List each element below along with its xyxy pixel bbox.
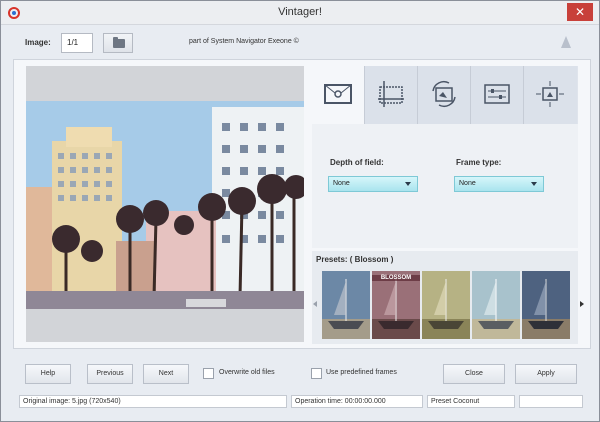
- previous-button[interactable]: Previous: [87, 364, 133, 384]
- main-panel: Depth of field: None Frame type: None Pr…: [13, 59, 591, 349]
- window-title: Vintager!: [278, 6, 322, 18]
- apply-button[interactable]: Apply: [515, 364, 577, 384]
- overwrite-label: Overwrite old files: [219, 369, 275, 376]
- tab-rotate[interactable]: [418, 66, 471, 124]
- preset-thumb[interactable]: [522, 271, 570, 339]
- presets-panel: Presets: ( Blossom ) BLOSSOM: [312, 251, 584, 344]
- chevron-right-icon[interactable]: [580, 301, 584, 307]
- help-button[interactable]: Help: [25, 364, 71, 384]
- preset-thumb[interactable]: [322, 271, 370, 339]
- frame-icon: [324, 84, 352, 104]
- depth-of-field-label: Depth of field:: [330, 158, 384, 167]
- status-preset: Preset Coconut: [427, 395, 515, 408]
- image-label: Image:: [25, 38, 51, 47]
- crop-icon: [378, 81, 404, 107]
- next-button[interactable]: Next: [143, 364, 189, 384]
- status-original-image: Original image: 5.jpg (720x540): [19, 395, 287, 408]
- frame-type-label: Frame type:: [456, 158, 502, 167]
- chevron-left-icon[interactable]: [313, 301, 317, 307]
- predefined-frames-label: Use predefined frames: [326, 369, 397, 376]
- tab-frame[interactable]: [312, 66, 365, 124]
- browse-button[interactable]: [103, 33, 133, 53]
- presets-label: Presets: ( Blossom ): [316, 255, 394, 264]
- image-preview: [26, 66, 304, 342]
- tab-crop[interactable]: [365, 66, 418, 124]
- vintager-window: Vintager! ✕ Image: 1/1 part of System Na…: [0, 0, 600, 422]
- title-bar[interactable]: Vintager! ✕: [1, 1, 599, 25]
- preset-thumb-selected[interactable]: BLOSSOM: [372, 271, 420, 339]
- status-extra: [519, 395, 583, 408]
- close-button[interactable]: Close: [443, 364, 505, 384]
- overwrite-checkbox[interactable]: [203, 368, 214, 379]
- sailboat-thumbnail: [322, 271, 370, 339]
- resize-icon: [536, 81, 564, 107]
- depth-of-field-value: None: [333, 180, 350, 187]
- chevron-down-icon: [405, 182, 411, 186]
- close-window-button[interactable]: ✕: [567, 3, 593, 21]
- frame-type-select[interactable]: None: [454, 176, 544, 192]
- status-bar: Original image: 5.jpg (720x540) Operatio…: [1, 393, 599, 411]
- image-index-field[interactable]: 1/1: [61, 33, 93, 53]
- subtitle-text: part of System Navigator Exeone ©: [189, 38, 299, 45]
- tool-tabs: [312, 66, 578, 124]
- preview-photo: [26, 101, 304, 309]
- folder-icon: [113, 37, 125, 48]
- sailboat-thumbnail: [472, 271, 520, 339]
- sail-logo-icon: [561, 36, 571, 48]
- tab-adjust[interactable]: [471, 66, 524, 124]
- sailboat-thumbnail: [422, 271, 470, 339]
- depth-of-field-select[interactable]: None: [328, 176, 418, 192]
- preset-thumb[interactable]: [422, 271, 470, 339]
- preview-photo-graphic: [26, 101, 304, 309]
- status-operation-time: Operation time: 00:00:00.000: [291, 395, 423, 408]
- toolbar: Image: 1/1 part of System Navigator Exeo…: [1, 26, 599, 58]
- preset-selected-label: BLOSSOM: [372, 275, 420, 281]
- sailboat-thumbnail: [522, 271, 570, 339]
- rotate-image-icon: [432, 80, 456, 108]
- sailboat-thumbnail: [372, 271, 420, 339]
- frame-type-value: None: [459, 180, 476, 187]
- predefined-frames-checkbox[interactable]: [311, 368, 322, 379]
- action-bar: Help Previous Next Overwrite old files U…: [1, 357, 599, 391]
- options-panel: Depth of field: None Frame type: None: [312, 124, 578, 248]
- adjust-icon: [484, 84, 510, 104]
- chevron-down-icon: [531, 182, 537, 186]
- tab-resize[interactable]: [524, 66, 577, 124]
- preset-thumb[interactable]: [472, 271, 520, 339]
